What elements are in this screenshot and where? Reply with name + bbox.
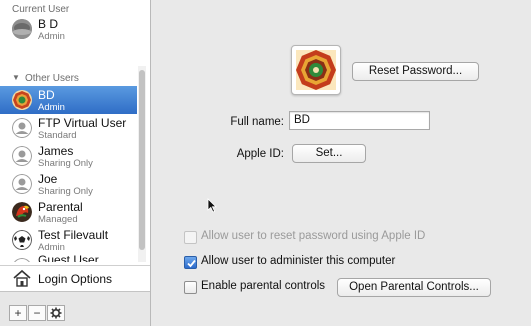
bagua-avatar-icon	[292, 50, 340, 97]
add-user-button[interactable]: +	[9, 305, 27, 321]
sidebar-scrollbar[interactable]	[138, 66, 146, 262]
user-name: Joe	[38, 172, 58, 186]
scrollbar-thumb[interactable]	[139, 70, 145, 250]
allow-administer-checkbox[interactable]	[184, 256, 197, 269]
user-row-bd[interactable]: BD Admin	[0, 86, 137, 114]
mouse-pointer-icon	[207, 198, 217, 216]
soccer-ball-icon	[12, 230, 32, 250]
user-name: B D	[38, 17, 59, 31]
bagua-avatar-icon	[12, 90, 32, 110]
parrot-avatar-icon	[12, 202, 32, 222]
user-detail-pane: Reset Password... Full name: BD Apple ID…	[152, 0, 531, 326]
user-role: Sharing Only	[38, 158, 93, 169]
current-user-heading: Current User	[12, 4, 70, 15]
full-name-label: Full name:	[230, 116, 284, 128]
user-name: FTP Virtual User	[38, 116, 127, 130]
remove-user-button[interactable]: −	[28, 305, 46, 321]
other-users-heading: Other Users	[25, 73, 79, 84]
user-row-james[interactable]: James Sharing Only	[0, 142, 137, 170]
checkmark-icon	[187, 259, 196, 268]
reset-password-button[interactable]: Reset Password...	[352, 62, 479, 81]
set-apple-id-button[interactable]: Set...	[292, 144, 366, 163]
user-row-parental[interactable]: Parental Managed	[0, 198, 137, 226]
user-name: Parental	[38, 200, 83, 214]
generic-user-icon	[12, 174, 32, 194]
gear-menu-button[interactable]	[47, 305, 65, 321]
login-options-item[interactable]: Login Options	[0, 265, 150, 291]
user-role: Standard	[38, 130, 77, 141]
enable-parental-controls-label: Enable parental controls	[201, 280, 326, 292]
gear-icon	[50, 307, 62, 322]
full-name-field[interactable]: BD	[289, 111, 430, 130]
login-options-label: Login Options	[38, 272, 113, 286]
user-name: BD	[38, 88, 55, 102]
user-picture[interactable]	[291, 45, 341, 95]
user-name: Guest User	[38, 253, 99, 262]
generic-user-icon	[12, 258, 32, 262]
user-role: Admin	[38, 31, 65, 42]
generic-user-icon	[12, 19, 32, 39]
user-row-test-filevault[interactable]: Test Filevault Admin	[0, 226, 137, 254]
house-icon	[12, 269, 32, 290]
generic-user-icon	[12, 146, 32, 166]
user-name: Test Filevault	[38, 228, 109, 242]
generic-user-icon	[12, 118, 32, 138]
triangle-down-icon[interactable]: ▼	[12, 73, 20, 82]
user-row-ftp-virtual-user[interactable]: FTP Virtual User Standard	[0, 114, 137, 142]
apple-id-label: Apple ID:	[236, 148, 284, 160]
allow-reset-password-label: Allow user to reset password using Apple…	[201, 230, 426, 242]
allow-administer-label: Allow user to administer this computer	[201, 255, 396, 267]
user-row-current[interactable]: B D Admin	[0, 15, 137, 43]
user-role: Admin	[38, 102, 65, 113]
user-name: James	[38, 144, 74, 158]
users-sidebar: Current User B D Admin ▼ Other Users BD …	[0, 0, 151, 326]
allow-reset-password-checkbox[interactable]	[184, 231, 197, 244]
user-row-guest-user[interactable]: Guest User	[0, 253, 137, 262]
user-row-joe[interactable]: Joe Sharing Only	[0, 170, 137, 198]
enable-parental-controls-checkbox[interactable]	[184, 281, 197, 294]
users-list[interactable]: Current User B D Admin ▼ Other Users BD …	[0, 0, 150, 262]
user-role: Managed	[38, 214, 78, 225]
user-role: Admin	[38, 242, 65, 253]
open-parental-controls-button[interactable]: Open Parental Controls...	[337, 278, 491, 297]
user-role: Sharing Only	[38, 186, 93, 197]
sidebar-toolbar: + −	[0, 291, 150, 326]
